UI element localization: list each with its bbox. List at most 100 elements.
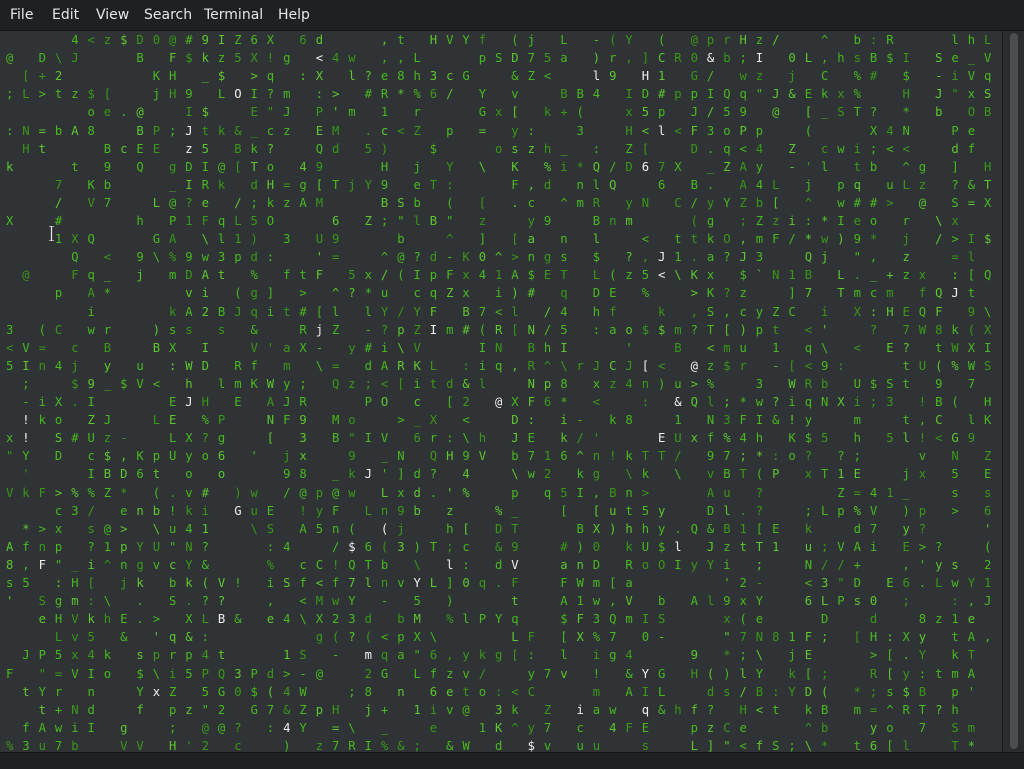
rain-glyph: L: [201, 612, 209, 627]
menu-view[interactable]: View: [94, 7, 131, 23]
rain-glyph: >: [397, 413, 405, 428]
rain-glyph: G: [250, 702, 258, 717]
rain-glyph: #: [364, 340, 372, 355]
menu-help[interactable]: Help: [276, 7, 312, 23]
rain-glyph: ?: [266, 87, 275, 102]
rain-glyph: E: [169, 395, 177, 409]
rain-glyph: s: [886, 684, 894, 699]
rain-glyph: 1: [201, 521, 209, 536]
rain-glyph: *: [560, 395, 568, 409]
rain-glyph: [: [22, 69, 30, 84]
rain-glyph: I: [201, 159, 209, 174]
rain-glyph: c: [527, 195, 535, 210]
rain-glyph: F: [169, 51, 177, 66]
rain-glyph: O: [234, 87, 242, 102]
rain-glyph: j: [788, 69, 796, 84]
rain-glyph: ?: [755, 485, 764, 500]
rain-glyph: >: [511, 250, 519, 265]
rain-glyph: .: [136, 612, 144, 627]
rain-glyph: G: [380, 666, 389, 681]
rain-glyph: ): [413, 539, 421, 554]
rain-glyph: 1: [380, 105, 389, 120]
rain-glyph: *: [804, 232, 813, 247]
rain-glyph: q: [641, 702, 650, 717]
rain-glyph: *: [739, 395, 747, 409]
rain-glyph: ^: [103, 557, 112, 572]
rain-glyph: F: [576, 612, 584, 627]
menu-file[interactable]: File: [8, 7, 35, 23]
rain-glyph: c: [821, 141, 829, 156]
rain-glyph: t: [152, 467, 161, 482]
rain-glyph: j: [283, 449, 291, 464]
rain-glyph: W: [576, 576, 584, 590]
rain-glyph: 6: [869, 738, 878, 752]
rain-glyph: J: [283, 395, 291, 409]
rain-glyph: 5: [413, 594, 421, 609]
rain-glyph: q: [169, 630, 177, 645]
rain-glyph: Q: [690, 521, 698, 536]
rain-glyph: L: [560, 33, 568, 47]
rain-glyph: 7: [869, 521, 878, 536]
rain-glyph: J: [71, 51, 79, 66]
rain-glyph: i: [592, 648, 601, 663]
rain-glyph: 1: [234, 232, 242, 247]
rain-glyph: ;: [348, 684, 356, 699]
rain-glyph: 9: [201, 33, 209, 47]
rain-glyph: -: [364, 322, 372, 337]
rain-glyph: I: [185, 105, 193, 120]
rain-glyph: 7: [527, 449, 535, 464]
rain-glyph: [723, 378, 730, 390]
rain-glyph: I: [217, 33, 226, 47]
rain-glyph: N: [772, 268, 780, 283]
rain-glyph: @: [772, 105, 780, 120]
rain-glyph: ,: [380, 33, 389, 47]
rain-glyph: w: [348, 485, 356, 500]
rain-glyph: ,: [739, 232, 747, 247]
rain-glyph: L: [152, 195, 161, 210]
rain-glyph: L: [54, 630, 63, 645]
rain-glyph: !: [299, 503, 307, 518]
rain-glyph: $: [560, 612, 568, 627]
rain-glyph: t: [397, 33, 405, 47]
rain-glyph: @: [918, 195, 927, 210]
rain-glyph: F: [71, 268, 79, 283]
rain-glyph: h: [478, 431, 487, 446]
rain-glyph: w: [332, 594, 340, 609]
menu-terminal[interactable]: Terminal: [202, 7, 265, 23]
rain-glyph: k: [658, 304, 666, 319]
rain-glyph: v: [462, 666, 470, 681]
scrollbar-thumb[interactable]: [1010, 33, 1018, 749]
rain-glyph: 4: [462, 467, 470, 482]
rain-glyph: p: [54, 539, 63, 554]
rain-glyph: <: [299, 594, 307, 609]
terminal-output-area[interactable]: @;: k X 3 <5 x " V A 8 s ' F%[L N H @ V I; -!! Y ' k * f, 5 Jt f 3 D…: [0, 31, 1002, 752]
rain-glyph: :: [266, 720, 275, 735]
rain-glyph: y: [658, 503, 666, 518]
rain-glyph: *: [723, 648, 731, 663]
menu-search[interactable]: Search: [142, 7, 194, 23]
rain-glyph: F: [527, 395, 535, 409]
menu-edit[interactable]: Edit: [50, 7, 81, 23]
scrollbar[interactable]: [1002, 31, 1024, 752]
rain-glyph: M: [332, 413, 340, 428]
rain-glyph: <: [6, 340, 14, 355]
rain-glyph: S: [706, 304, 715, 319]
rain-glyph: w: [837, 195, 845, 210]
rain-glyph: L: [592, 268, 601, 283]
rain-glyph: 4: [283, 539, 291, 554]
rain-glyph: w: [54, 720, 63, 735]
rain-glyph: 1: [772, 539, 780, 554]
rain-glyph: x: [364, 268, 372, 283]
rain-glyph: 3: [755, 376, 764, 391]
rain-glyph: n: [592, 449, 601, 464]
rain-glyph: d: [495, 557, 503, 572]
rain-glyph: 1: [543, 449, 552, 464]
rain-glyph: K: [152, 69, 161, 84]
rain-glyph: =: [332, 250, 340, 265]
rain-glyph: $: [869, 376, 878, 391]
rain-glyph: .: [511, 195, 519, 210]
rain-glyph: E: [902, 539, 910, 554]
rain-glyph: i: [169, 666, 177, 681]
rain-glyph: 6: [429, 648, 438, 663]
rain-glyph: (: [201, 576, 209, 590]
